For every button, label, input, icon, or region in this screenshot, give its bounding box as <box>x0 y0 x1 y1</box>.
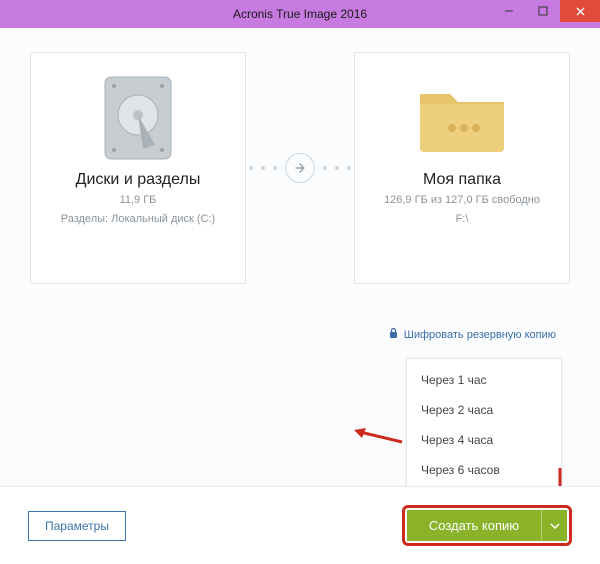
close-button[interactable] <box>560 0 600 22</box>
dest-title: Моя папка <box>423 171 501 189</box>
dest-free-space: 126,9 ГБ из 127,0 ГБ свободно <box>384 193 540 208</box>
minimize-button[interactable] <box>492 0 526 22</box>
dot-icon <box>249 166 253 170</box>
parameters-button[interactable]: Параметры <box>28 511 126 541</box>
folder-icon <box>414 73 510 163</box>
dot-icon <box>261 166 265 170</box>
backup-panels: Диски и разделы 11,9 ГБ Разделы: Локальн… <box>20 52 580 284</box>
encrypt-backup-link[interactable]: Шифровать резервную копию <box>389 328 556 342</box>
source-title: Диски и разделы <box>76 171 201 189</box>
schedule-option[interactable]: Через 6 часов <box>407 455 561 485</box>
create-copy-dropdown-button[interactable] <box>541 510 567 541</box>
bottom-bar: Параметры Создать копию <box>0 486 600 564</box>
schedule-option[interactable]: Через 2 часа <box>407 395 561 425</box>
dest-path: F:\ <box>456 212 469 227</box>
annotation-arrow-icon <box>354 430 400 432</box>
dot-icon <box>273 166 277 170</box>
window-buttons <box>492 0 600 28</box>
schedule-option[interactable]: Через 4 часа <box>407 425 561 455</box>
lock-icon <box>389 328 398 342</box>
source-size: 11,9 ГБ <box>120 193 157 208</box>
direction-arrow <box>246 52 354 284</box>
disk-icon <box>103 73 173 163</box>
source-panel[interactable]: Диски и разделы 11,9 ГБ Разделы: Локальн… <box>30 52 246 284</box>
dot-icon <box>335 166 339 170</box>
schedule-option[interactable]: Через 1 час <box>407 365 561 395</box>
encrypt-link-text: Шифровать резервную копию <box>404 329 556 341</box>
main-content: Диски и разделы 11,9 ГБ Разделы: Локальн… <box>0 28 600 486</box>
window-title: Acronis True Image 2016 <box>233 7 367 21</box>
create-copy-group: Создать копию <box>402 505 572 546</box>
maximize-button[interactable] <box>526 0 560 22</box>
create-copy-button[interactable]: Создать копию <box>407 510 541 541</box>
titlebar: Acronis True Image 2016 <box>0 0 600 28</box>
chevron-down-icon <box>550 523 560 529</box>
arrow-right-icon <box>285 153 315 183</box>
source-detail: Разделы: Локальный диск (C:) <box>61 212 215 227</box>
destination-panel[interactable]: Моя папка 126,9 ГБ из 127,0 ГБ свободно … <box>354 52 570 284</box>
dot-icon <box>323 166 327 170</box>
dot-icon <box>347 166 351 170</box>
